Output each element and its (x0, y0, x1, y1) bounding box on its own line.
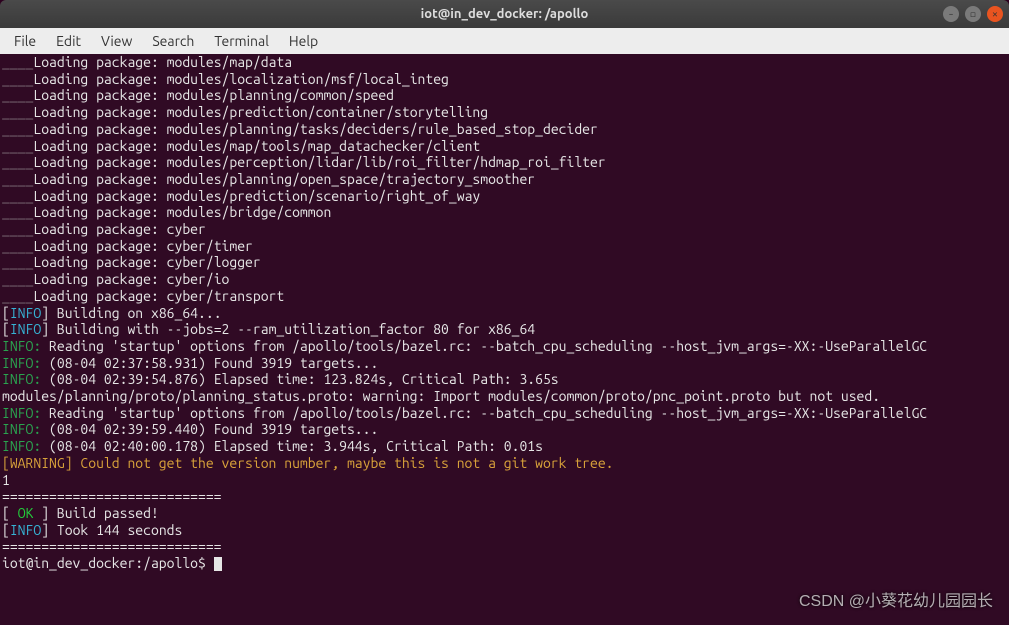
info-line: INFO: Reading 'startup' options from /ap… (2, 405, 1007, 422)
loading-line: ____Loading package: cyber/timer (2, 238, 1007, 255)
loading-line: ____Loading package: cyber (2, 221, 1007, 238)
loading-line: ____Loading package: modules/planning/co… (2, 87, 1007, 104)
close-icon[interactable]: ✕ (987, 6, 1003, 22)
info-line: [INFO] Building with --jobs=2 --ram_util… (2, 321, 1007, 338)
menu-edit[interactable]: Edit (48, 31, 89, 51)
loading-line: ____Loading package: modules/prediction/… (2, 104, 1007, 121)
window-titlebar: iot@in_dev_docker: /apollo – ◻ ✕ (0, 0, 1009, 28)
info-line: INFO: (08-04 02:39:59.440) Found 3919 ta… (2, 421, 1007, 438)
loading-line: ____Loading package: modules/planning/ta… (2, 121, 1007, 138)
menu-terminal[interactable]: Terminal (206, 31, 277, 51)
window-title: iot@in_dev_docker: /apollo (0, 7, 1009, 21)
output-line: 1 (2, 472, 1007, 489)
loading-line: ____Loading package: cyber/io (2, 271, 1007, 288)
menu-search[interactable]: Search (144, 31, 202, 51)
menu-file[interactable]: File (6, 31, 44, 51)
terminal-output[interactable]: ____Loading package: modules/map/data___… (0, 54, 1009, 625)
loading-line: ____Loading package: modules/map/data (2, 54, 1007, 71)
info-line: INFO: (08-04 02:39:54.876) Elapsed time:… (2, 371, 1007, 388)
loading-line: ____Loading package: modules/bridge/comm… (2, 204, 1007, 221)
loading-line: ____Loading package: modules/planning/op… (2, 171, 1007, 188)
cursor-icon (214, 557, 222, 571)
menu-bar: File Edit View Search Terminal Help (0, 28, 1009, 54)
separator-line: ============================ (2, 488, 1007, 505)
info-line: INFO: (08-04 02:37:58.931) Found 3919 ta… (2, 355, 1007, 372)
info-line: [INFO] Building on x86_64... (2, 305, 1007, 322)
window-controls: – ◻ ✕ (943, 6, 1003, 22)
loading-line: ____Loading package: modules/localizatio… (2, 71, 1007, 88)
maximize-icon[interactable]: ◻ (965, 6, 981, 22)
prompt-line: iot@in_dev_docker:/apollo$ (2, 555, 1007, 572)
warn-line: modules/planning/proto/planning_status.p… (2, 388, 1007, 405)
info-line: INFO: Reading 'startup' options from /ap… (2, 338, 1007, 355)
menu-help[interactable]: Help (281, 31, 326, 51)
menu-view[interactable]: View (93, 31, 140, 51)
info-line: INFO: (08-04 02:40:00.178) Elapsed time:… (2, 438, 1007, 455)
loading-line: ____Loading package: cyber/logger (2, 254, 1007, 271)
loading-line: ____Loading package: modules/map/tools/m… (2, 138, 1007, 155)
ok-line: [ OK ] Build passed! (2, 505, 1007, 522)
loading-line: ____Loading package: cyber/transport (2, 288, 1007, 305)
loading-line: ____Loading package: modules/perception/… (2, 154, 1007, 171)
loading-line: ____Loading package: modules/prediction/… (2, 188, 1007, 205)
minimize-icon[interactable]: – (943, 6, 959, 22)
warning-line: [WARNING] Could not get the version numb… (2, 455, 1007, 472)
info-line: [INFO] Took 144 seconds (2, 522, 1007, 539)
separator-line: ============================ (2, 538, 1007, 555)
